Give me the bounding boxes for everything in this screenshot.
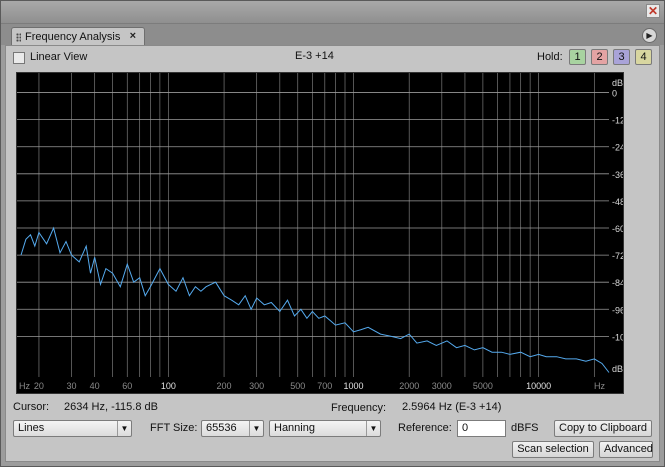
fft-size-dropdown[interactable]: 65536 ▼: [201, 420, 264, 437]
hold-label: Hold:: [537, 51, 563, 63]
x-tick-label: 1000: [343, 381, 363, 391]
tab-label: Frequency Analysis: [25, 31, 121, 43]
reference-input[interactable]: 0: [457, 420, 506, 437]
x-tick-label: 200: [217, 381, 232, 391]
tab-frequency-analysis[interactable]: Frequency Analysis ×: [11, 27, 145, 47]
x-tick-label: 3000: [432, 381, 452, 391]
spectrum-plot[interactable]: dB0-12-24-36-48-60-72-84-96-108dBHz20304…: [16, 72, 624, 394]
linear-view-label: Linear View: [30, 51, 88, 63]
y-tick-label: dB: [612, 78, 623, 88]
x-tick-label: Hz: [19, 381, 30, 391]
fft-size-value: 65536: [206, 422, 237, 434]
x-tick-label: 40: [90, 381, 100, 391]
y-tick-label: -96: [612, 305, 623, 315]
fft-size-label: FFT Size:: [150, 422, 198, 434]
x-tick-label: Hz: [594, 381, 605, 391]
y-tick-label: -108: [612, 332, 623, 342]
y-tick-label: -36: [612, 170, 623, 180]
display-mode-dropdown[interactable]: Lines ▼: [13, 420, 132, 437]
hold-button-2[interactable]: 2: [591, 49, 608, 65]
tab-close-icon[interactable]: ×: [130, 30, 136, 42]
y-tick-label: -72: [612, 251, 623, 261]
cursor-label: Cursor:: [13, 401, 50, 413]
y-tick-label: -24: [612, 143, 623, 153]
x-tick-label: 10000: [526, 381, 551, 391]
spectrum-plot-svg: dB0-12-24-36-48-60-72-84-96-108dBHz20304…: [17, 73, 623, 391]
chevron-down-icon: ▼: [117, 421, 131, 436]
x-tick-label: 300: [249, 381, 264, 391]
window-function-value: Hanning: [274, 422, 315, 434]
copy-to-clipboard-button[interactable]: Copy to Clipboard: [554, 420, 652, 437]
hold-button-4[interactable]: 4: [635, 49, 652, 65]
y-tick-label: 0: [612, 89, 617, 99]
note-readout: E-3 +14: [295, 50, 334, 62]
frequency-analysis-window: ✕ Frequency Analysis × ▶ Linear View E-3…: [0, 0, 665, 467]
panel-menu-icon[interactable]: ▶: [642, 28, 657, 43]
reference-label: Reference:: [398, 422, 452, 434]
x-tick-label: 500: [290, 381, 305, 391]
analysis-panel: Linear View E-3 +14 Hold: 1234 dB 0 -12 -24…: [5, 45, 660, 462]
frequency-label: Frequency:: [331, 402, 387, 414]
x-tick-label: 30: [67, 381, 77, 391]
x-tick-label: 100: [161, 381, 176, 391]
x-tick-label: 5000: [473, 381, 493, 391]
frequency-value: 2.5964 Hz (E-3 +14): [402, 401, 502, 413]
hold-button-3[interactable]: 3: [613, 49, 630, 65]
tab-bar: Frequency Analysis × ▶: [1, 23, 664, 47]
x-tick-label: 20: [34, 381, 44, 391]
window-function-dropdown[interactable]: Hanning ▼: [269, 420, 381, 437]
hold-button-1[interactable]: 1: [569, 49, 586, 65]
cursor-value: 2634 Hz, -115.8 dB: [64, 401, 158, 413]
x-tick-label: 60: [122, 381, 132, 391]
title-bar: ✕: [1, 1, 664, 23]
chevron-down-icon: ▼: [366, 421, 380, 436]
close-icon[interactable]: ✕: [646, 4, 660, 18]
y-tick-label: -60: [612, 224, 623, 234]
x-tick-label: 2000: [399, 381, 419, 391]
y-tick-label: -84: [612, 278, 623, 288]
y-tick-label: -12: [612, 116, 623, 126]
linear-view-checkbox[interactable]: [13, 52, 25, 64]
drag-grip-icon[interactable]: [16, 33, 21, 42]
scan-selection-button[interactable]: Scan selection: [512, 441, 594, 458]
advanced-button[interactable]: Advanced: [599, 441, 653, 458]
y-tick-label: -48: [612, 197, 623, 207]
chevron-down-icon: ▼: [249, 421, 263, 436]
reference-unit: dBFS: [511, 422, 539, 434]
x-tick-label: 700: [317, 381, 332, 391]
y-tick-label: dB: [612, 364, 623, 374]
display-mode-value: Lines: [18, 422, 45, 434]
